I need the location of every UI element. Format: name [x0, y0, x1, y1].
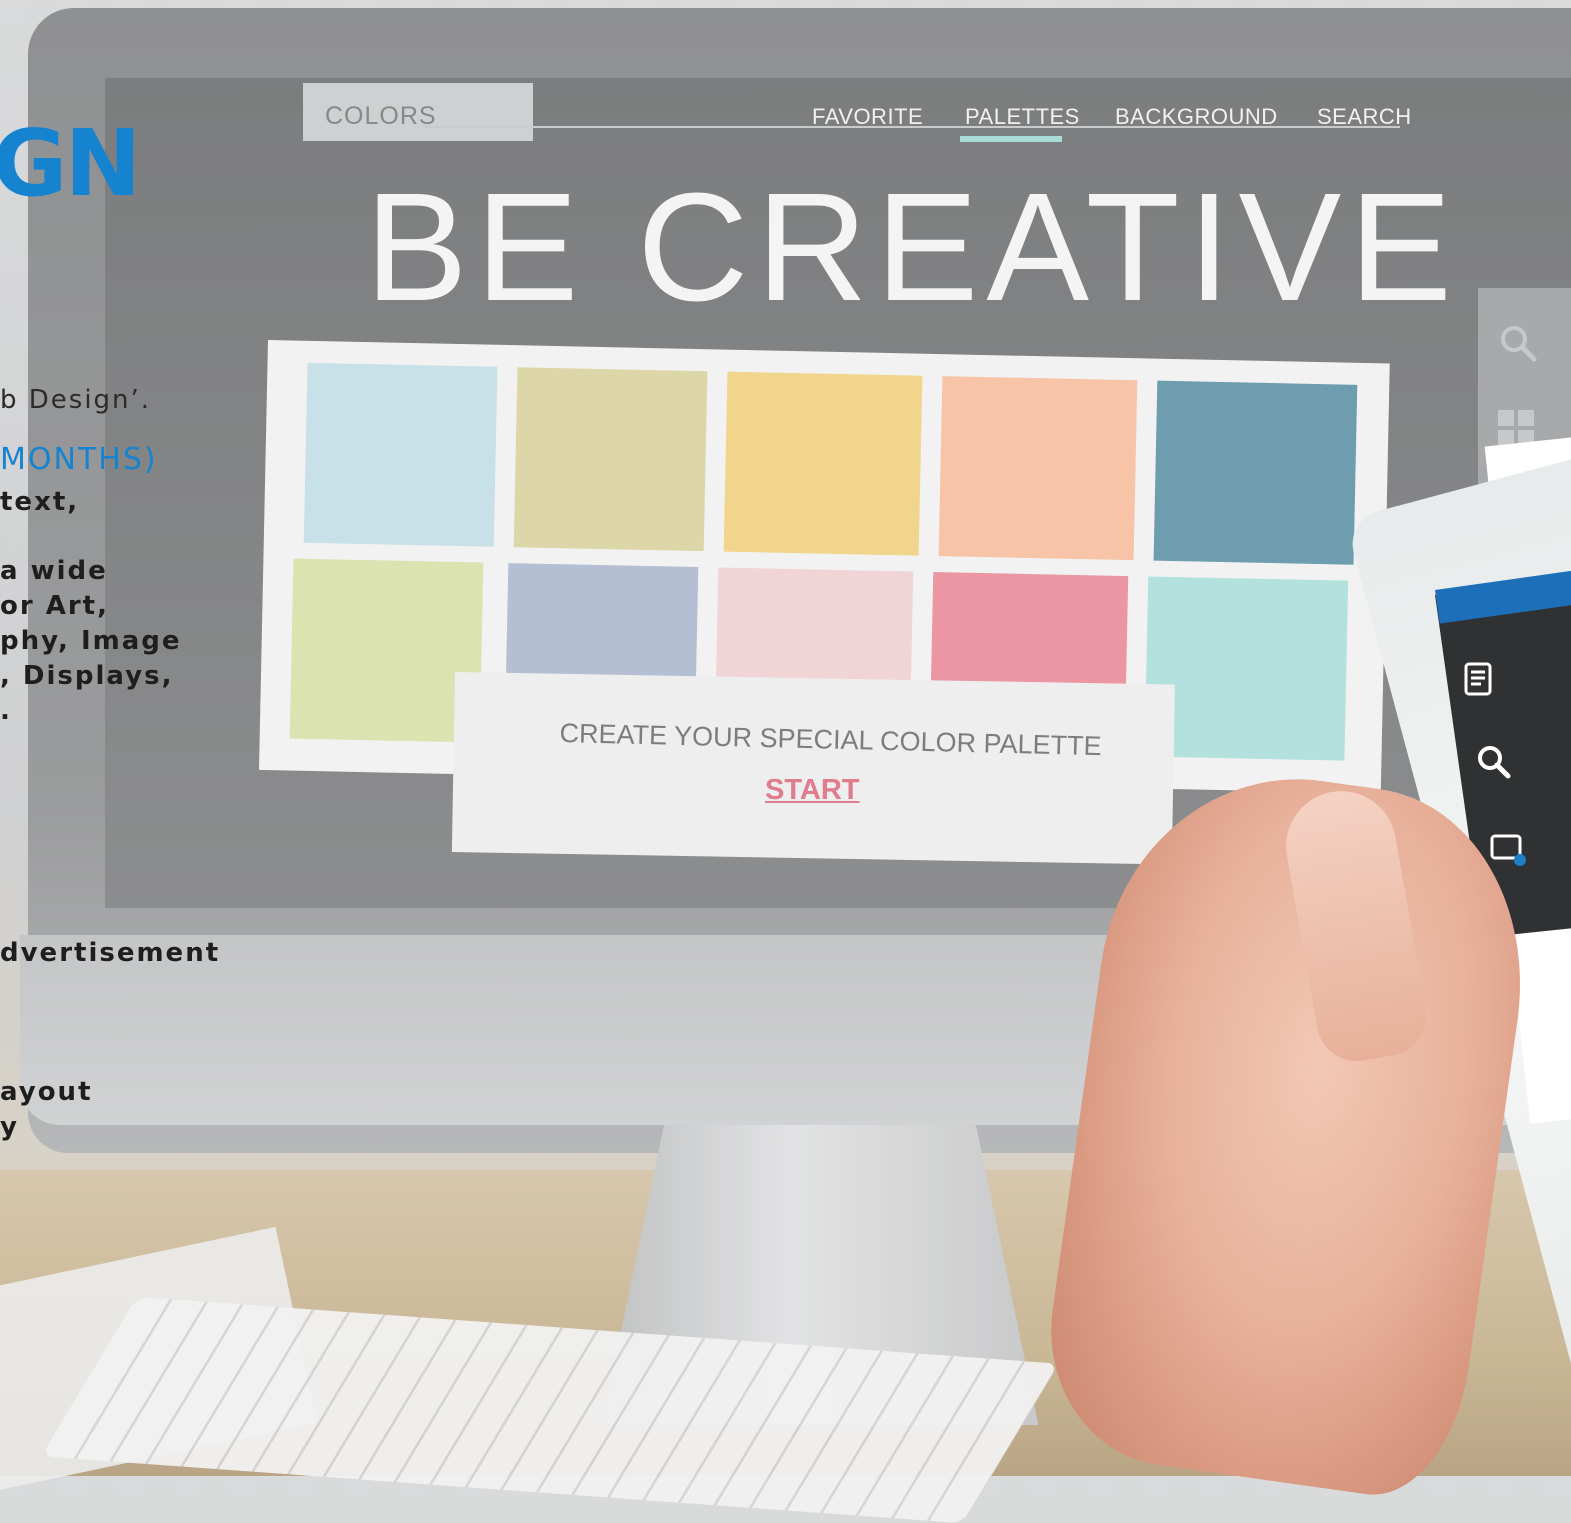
- copy-line: a wide: [0, 556, 108, 586]
- nav-favorite[interactable]: FAVORITE: [812, 104, 923, 130]
- grid-icon[interactable]: [1498, 410, 1534, 446]
- copy-line: , Displays,: [0, 661, 174, 691]
- copy-line: ayout: [0, 1077, 93, 1107]
- start-button[interactable]: START: [765, 774, 860, 807]
- copy-line: MONTHS): [0, 442, 158, 477]
- copy-line: dvertisement: [0, 938, 221, 968]
- search-icon[interactable]: [1497, 322, 1539, 364]
- nav-active-indicator: [960, 136, 1062, 142]
- color-swatch[interactable]: [303, 362, 498, 547]
- left-copy: GN b Design’. MONTHS) text, a wide or Ar…: [0, 0, 260, 1476]
- color-swatch[interactable]: [1153, 380, 1358, 565]
- color-swatch[interactable]: [1144, 576, 1349, 761]
- nav-palettes[interactable]: PALETTES: [965, 104, 1080, 130]
- colors-label: COLORS: [325, 102, 437, 130]
- heading-fragment: GN: [0, 110, 142, 217]
- nav-search[interactable]: SEARCH: [1317, 104, 1412, 130]
- copy-line: or Art,: [0, 591, 109, 621]
- copy-line: .: [0, 696, 12, 726]
- copy-line: phy, Image: [0, 626, 182, 656]
- window-icon[interactable]: [1488, 830, 1528, 870]
- document-icon[interactable]: [1460, 660, 1500, 700]
- nav-background[interactable]: BACKGROUND: [1115, 104, 1278, 130]
- copy-line: y: [0, 1112, 19, 1142]
- color-swatch[interactable]: [513, 367, 708, 552]
- headline: BE CREATIVE: [365, 161, 1460, 333]
- color-swatch[interactable]: [723, 371, 923, 556]
- search-icon[interactable]: [1474, 742, 1514, 782]
- color-swatch[interactable]: [938, 376, 1138, 561]
- copy-line: b Design’.: [0, 385, 152, 415]
- copy-line: text,: [0, 487, 80, 517]
- scene: COLORS FAVORITE PALETTES BACKGROUND SEAR…: [0, 0, 1571, 1523]
- cta-card: [451, 672, 1175, 865]
